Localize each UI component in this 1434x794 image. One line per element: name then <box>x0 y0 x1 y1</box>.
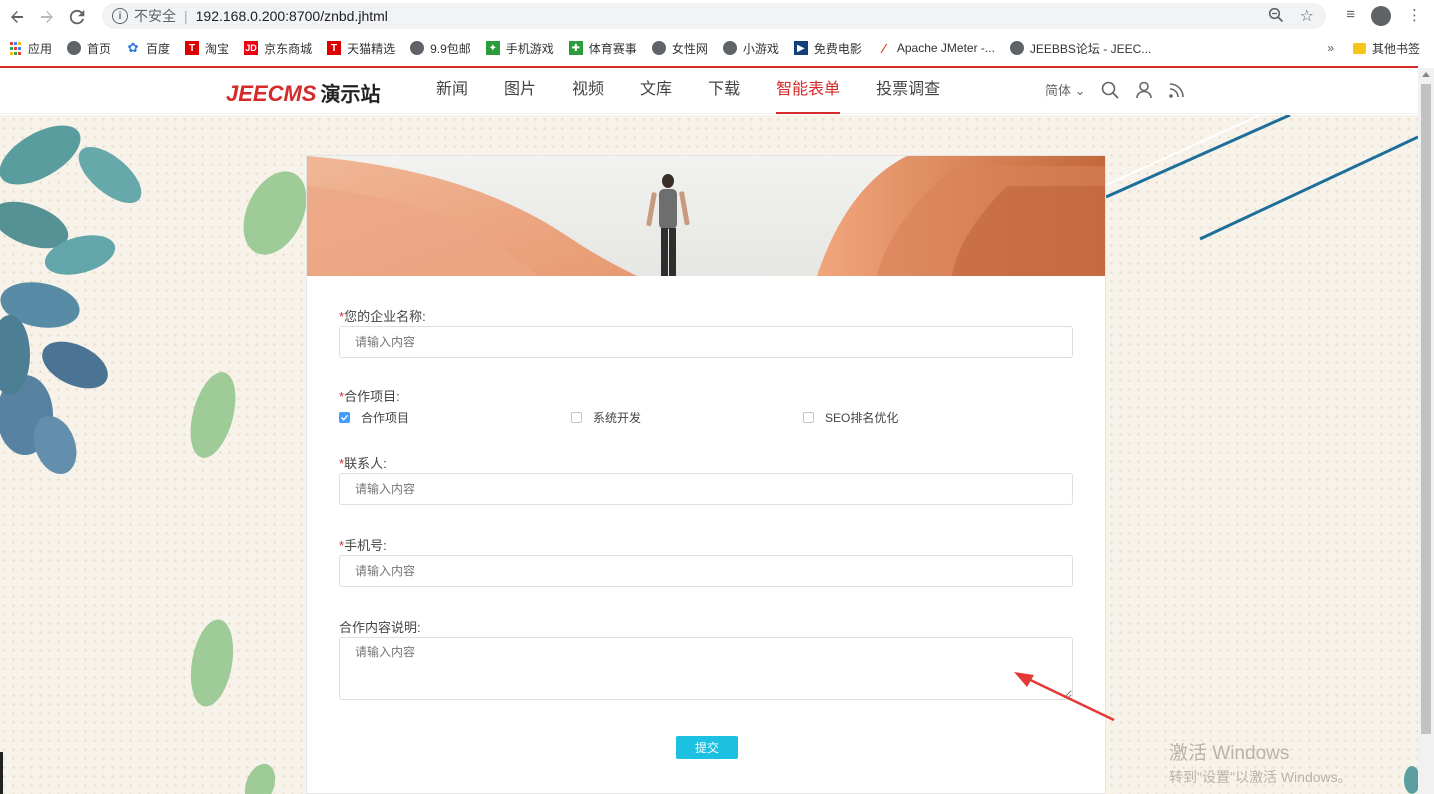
bookmark-tmall[interactable]: T 天猫精选 <box>327 40 395 57</box>
contact-label: *联系人: <box>339 456 387 471</box>
bookmark-mobile-games[interactable]: ✦ 手机游戏 <box>485 40 554 57</box>
globe-icon <box>722 41 737 55</box>
globe-icon <box>651 41 666 55</box>
reload-icon <box>69 9 85 24</box>
nav-item-video[interactable]: 视频 <box>554 68 622 114</box>
company-label: *您的企业名称: <box>339 309 426 324</box>
globe-icon <box>67 41 82 55</box>
insecure-label: 不安全 <box>134 8 176 24</box>
language-select[interactable]: 简体 ⌄ <box>1045 80 1086 99</box>
bookmarks-bar: 应用 首页 ✿ 百度 T 淘宝 JD 京东商城 T 天猫精选 9.9包邮 ✦ 手机游戏 ✚… <box>0 33 1434 63</box>
main-nav: 新闻 图片 视频 文库 下载 智能表单 投票调查 <box>418 68 958 114</box>
page-scrollbar[interactable] <box>1418 68 1434 794</box>
site-header: JEECMS 演示站 新闻 图片 视频 文库 下载 智能表单 投票调查 简体 ⌄ <box>0 68 1418 114</box>
description-textarea[interactable] <box>339 637 1073 700</box>
checkbox-cooperation[interactable]: 合作项目 <box>339 409 571 426</box>
zoom-icon[interactable] <box>1268 7 1284 23</box>
bookmark-home[interactable]: 首页 <box>67 40 111 57</box>
phone-label: *手机号: <box>339 538 387 553</box>
project-checkbox-group: 合作项目 系统开发 SEO排名优化 <box>339 409 1035 426</box>
search-icon[interactable] <box>1101 81 1119 99</box>
bookmark-women[interactable]: 女性网 <box>651 40 708 57</box>
windows-activation-watermark: 激活 Windows 转到"设置"以激活 Windows。 <box>1169 743 1352 785</box>
phone-input[interactable] <box>339 555 1073 587</box>
site-logo[interactable]: JEECMS 演示站 <box>226 78 380 107</box>
bookmark-movies[interactable]: ▶ 免费电影 <box>793 40 862 57</box>
menu-kebab-icon[interactable]: ⋮ <box>1407 6 1422 26</box>
tmall-icon: T <box>327 41 342 55</box>
separator: | <box>184 8 188 24</box>
nav-item-images[interactable]: 图片 <box>486 68 554 114</box>
browser-toolbar: i 不安全 | 192.168.0.200:8700/znbd.jhtml ☆ … <box>0 0 1434 33</box>
bookmark-mini-games[interactable]: 小游戏 <box>722 40 779 57</box>
game-icon: ✦ <box>485 41 500 55</box>
profile-avatar-icon[interactable] <box>1371 6 1391 26</box>
scrollbar-thumb[interactable] <box>1421 84 1431 734</box>
address-bar[interactable]: i 不安全 | 192.168.0.200:8700/znbd.jhtml ☆ <box>102 3 1326 29</box>
bookmark-taobao[interactable]: T 淘宝 <box>185 40 229 57</box>
bookmark-apps[interactable]: 应用 <box>8 40 52 57</box>
scroll-up-icon[interactable] <box>1422 72 1430 77</box>
bookmark-jmeter[interactable]: ⁄ Apache JMeter -... <box>877 40 995 56</box>
bookmark-jeebbs[interactable]: JEEBBS论坛 - JEEC... <box>1009 40 1151 57</box>
url-text[interactable]: 192.168.0.200:8700/znbd.jhtml <box>196 8 388 24</box>
checkbox-system-dev[interactable]: 系统开发 <box>571 409 803 426</box>
red-arrow-annotation-icon <box>1014 672 1115 722</box>
company-input[interactable] <box>339 326 1073 358</box>
bookmarks-more-button[interactable]: » <box>1327 41 1334 55</box>
rss-icon[interactable] <box>1168 81 1186 99</box>
sports-icon: ✚ <box>568 41 583 55</box>
feather-icon: ⁄ <box>882 40 885 56</box>
checkbox-unchecked-icon[interactable] <box>803 412 814 423</box>
bookmark-99[interactable]: 9.9包邮 <box>410 40 471 57</box>
info-icon[interactable]: i <box>112 8 128 24</box>
tmall-icon: T <box>185 41 200 55</box>
contact-input[interactable] <box>339 473 1073 505</box>
project-label: *合作项目: <box>339 389 400 404</box>
folder-icon <box>1352 43 1366 54</box>
checkbox-unchecked-icon[interactable] <box>571 412 582 423</box>
nav-item-smart-form[interactable]: 智能表单 <box>758 68 858 114</box>
user-icon[interactable] <box>1135 81 1153 99</box>
submit-button[interactable]: 提交 <box>676 736 738 759</box>
browser-right-icons: ≡ ⋮ <box>1346 6 1422 26</box>
globe-icon <box>410 41 425 55</box>
back-arrow-icon <box>11 10 23 23</box>
banner-image <box>307 156 1105 276</box>
baidu-paw-icon: ✿ <box>127 40 139 55</box>
media-control-icon[interactable]: ≡ <box>1346 6 1355 26</box>
forward-button[interactable] <box>34 4 60 30</box>
forward-arrow-icon <box>41 10 53 23</box>
checkbox-seo[interactable]: SEO排名优化 <box>803 409 1035 426</box>
form-card: *您的企业名称: *合作项目: 合作项目 系统开发 SEO排名优化 *联系人: … <box>306 155 1106 794</box>
nav-item-download[interactable]: 下载 <box>690 68 758 114</box>
checkbox-checked-icon[interactable] <box>339 412 350 423</box>
apps-icon <box>8 41 22 55</box>
nav-item-vote[interactable]: 投票调查 <box>858 68 958 114</box>
other-bookmarks[interactable]: 其他书签 <box>1352 40 1420 57</box>
nav-item-library[interactable]: 文库 <box>622 68 690 114</box>
checkmark-icon <box>341 414 349 421</box>
description-label: 合作内容说明: <box>339 620 421 635</box>
jd-icon: JD <box>244 41 259 55</box>
back-button[interactable] <box>4 4 30 30</box>
bookmark-star-icon[interactable]: ☆ <box>1300 6 1314 26</box>
film-icon: ▶ <box>793 41 808 55</box>
bookmark-baidu[interactable]: ✿ 百度 <box>126 40 170 57</box>
globe-icon <box>1009 41 1024 55</box>
nav-item-news[interactable]: 新闻 <box>418 68 486 114</box>
bookmark-sports[interactable]: ✚ 体育赛事 <box>568 40 637 57</box>
bookmark-jd[interactable]: JD 京东商城 <box>244 40 312 57</box>
reload-button[interactable] <box>64 4 90 30</box>
window-edge <box>0 752 3 794</box>
